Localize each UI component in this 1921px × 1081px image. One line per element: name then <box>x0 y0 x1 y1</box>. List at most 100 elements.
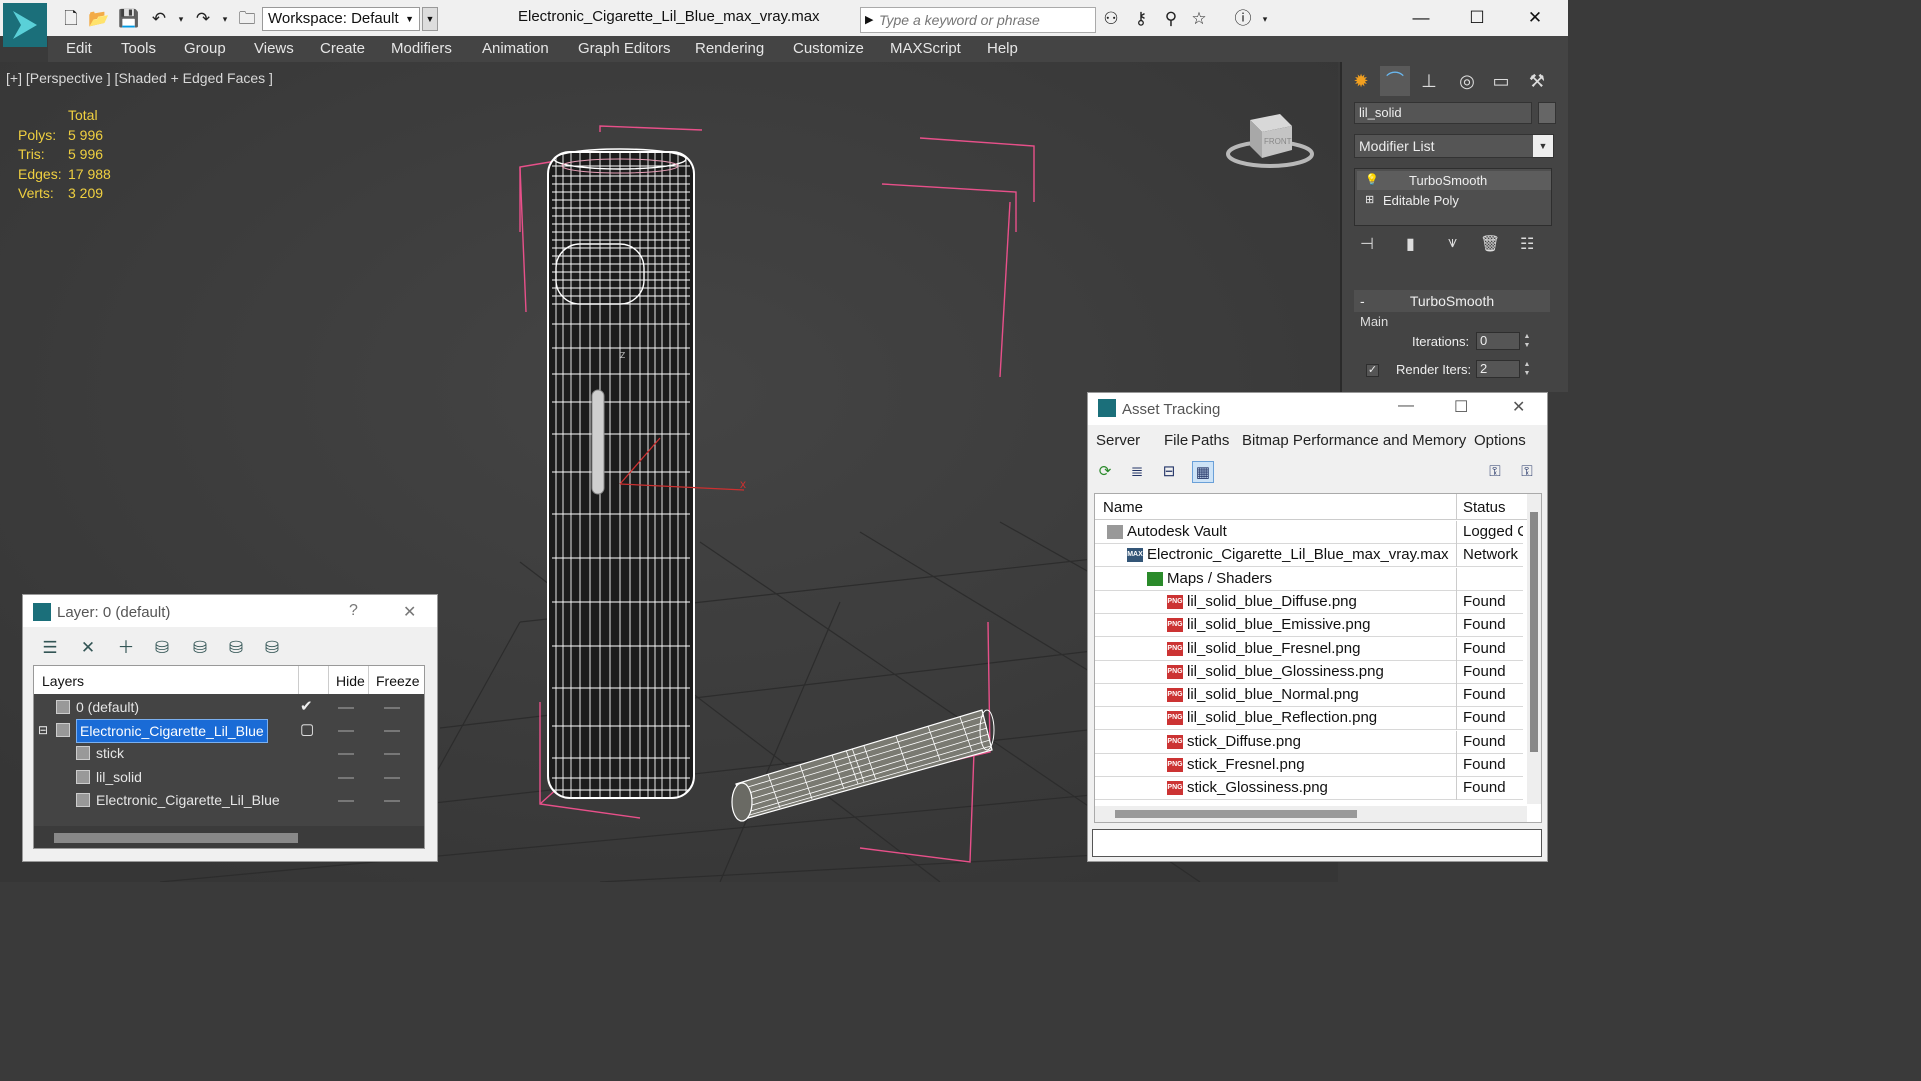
turbosmooth-rollout-header[interactable]: - TurboSmooth <box>1354 290 1550 312</box>
collapse-minus-icon[interactable]: - <box>1360 290 1365 312</box>
object-name-field[interactable]: lil_solid <box>1354 102 1532 124</box>
layer-explorer-titlebar[interactable]: Layer: 0 (default) ? ✕ <box>23 595 437 627</box>
add-to-layer-icon[interactable]: ＋ <box>115 637 137 659</box>
freeze-toggle[interactable] <box>384 730 400 733</box>
render-iters-checkbox[interactable]: ✓ <box>1366 364 1379 377</box>
menu-group[interactable]: Group <box>184 40 226 57</box>
table-view-icon[interactable]: ▦ <box>1192 461 1214 483</box>
close-button[interactable]: ✕ <box>1512 4 1558 32</box>
search-input[interactable] <box>879 10 1091 30</box>
scrollbar-thumb[interactable] <box>1530 512 1538 752</box>
column-name-header[interactable]: Name <box>1103 499 1143 516</box>
asset-row[interactable]: MAX Electronic_Cigarette_Lil_Blue_max_vra… <box>1095 544 1523 568</box>
asset-row[interactable]: Maps / Shaders <box>1095 567 1523 591</box>
hide-toggle[interactable] <box>338 799 354 802</box>
column-hide-header[interactable]: Hide <box>336 673 365 689</box>
workspace-dropdown[interactable]: Workspace: Default ▼ <box>262 7 420 31</box>
menu-views[interactable]: Views <box>254 40 294 57</box>
signin-icon[interactable]: ⚲ <box>1160 8 1182 30</box>
save-file-icon[interactable]: 💾 <box>118 8 140 30</box>
at-menu-options[interactable]: Options <box>1474 432 1526 449</box>
key-icon[interactable]: ⚷ <box>1130 8 1152 30</box>
vault-login-icon[interactable]: ⚿ <box>1484 461 1506 483</box>
asset-row[interactable]: Autodesk Vault Logged C <box>1095 521 1523 544</box>
asset-row[interactable]: PNG stick_Glossiness.png Found <box>1095 777 1523 801</box>
asset-horizontal-scrollbar[interactable] <box>1095 806 1527 822</box>
close-button[interactable]: ✕ <box>1512 397 1525 417</box>
hide-toggle[interactable] <box>338 707 354 709</box>
asset-vertical-scrollbar[interactable] <box>1527 494 1541 804</box>
freeze-all-layers-icon[interactable]: ⛁ <box>261 637 283 659</box>
project-folder-icon[interactable]: 🗀 <box>236 8 258 30</box>
modify-tab-curve-icon[interactable]: ⌒ <box>1380 66 1410 96</box>
lightbulb-icon[interactable]: 💡 <box>1365 171 1379 190</box>
spinner-arrows-icon[interactable]: ▲ ▼ <box>1522 360 1532 378</box>
utilities-tab-hammer-icon[interactable]: ⚒ <box>1522 66 1552 96</box>
object-color-swatch[interactable] <box>1538 102 1556 124</box>
tree-view-icon[interactable]: ⊟ <box>1158 461 1180 483</box>
new-file-icon[interactable]: 🗋 <box>60 8 82 30</box>
current-layer-check-icon[interactable]: ✔ <box>300 696 313 718</box>
select-objects-icon[interactable]: ⛁ <box>151 637 173 659</box>
layer-row[interactable]: ⊟ Electronic_Cigarette_Lil_Blue ▢ <box>34 719 424 744</box>
delete-layer-icon[interactable]: ✕ <box>77 637 99 659</box>
at-menu-file[interactable]: File <box>1164 432 1188 449</box>
object-row[interactable]: lil_solid <box>34 766 424 789</box>
asset-row[interactable]: PNG lil_solid_blue_Reflection.png Found <box>1095 707 1523 731</box>
asset-row[interactable]: PNG stick_Fresnel.png Found <box>1095 754 1523 777</box>
column-separator[interactable] <box>1456 494 1457 520</box>
maximize-button[interactable]: ☐ <box>1454 4 1500 32</box>
app-logo-icon[interactable] <box>3 3 47 47</box>
close-button[interactable]: ✕ <box>403 602 416 622</box>
menu-animation[interactable]: Animation <box>482 40 549 57</box>
column-separator[interactable] <box>368 666 369 694</box>
at-menu-bitmap-performance[interactable]: Bitmap Performance and Memory <box>1242 432 1466 449</box>
binoculars-icon[interactable]: ⚇ <box>1100 8 1122 30</box>
make-unique-icon[interactable]: ⩛ <box>1448 234 1457 252</box>
scrollbar-thumb[interactable] <box>54 833 298 843</box>
help-dropdown-icon[interactable]: ▾ <box>1254 8 1276 30</box>
search-expand-icon[interactable]: ▶ <box>865 13 873 26</box>
object-row[interactable]: stick <box>34 742 424 765</box>
freeze-toggle[interactable] <box>384 753 400 756</box>
refresh-icon[interactable]: ⟳ <box>1094 461 1116 483</box>
set-current-layer-icon[interactable]: ▢ <box>300 719 314 741</box>
hide-all-layers-icon[interactable]: ⛁ <box>225 637 247 659</box>
vault-logout-icon[interactable]: ⚿ <box>1516 461 1538 483</box>
asset-row[interactable]: PNG lil_solid_blue_Normal.png Found <box>1095 684 1523 708</box>
menu-help[interactable]: Help <box>987 40 1018 57</box>
viewport-label[interactable]: [+] [Perspective ] [Shaded + Edged Faces… <box>6 70 273 86</box>
column-separator[interactable] <box>328 666 329 694</box>
undo-dropdown-icon[interactable]: ▾ <box>170 8 192 30</box>
asset-row[interactable]: PNG lil_solid_blue_Diffuse.png Found <box>1095 590 1523 614</box>
undo-icon[interactable]: ↶ <box>148 8 170 30</box>
menu-modifiers[interactable]: Modifiers <box>391 40 452 57</box>
menu-create[interactable]: Create <box>320 40 365 57</box>
hierarchy-tab-icon[interactable]: ⊥ <box>1414 66 1444 96</box>
menu-rendering[interactable]: Rendering <box>695 40 764 57</box>
menu-graph-editors[interactable]: Graph Editors <box>578 40 671 57</box>
stack-item-turbosmooth[interactable]: 💡 TurboSmooth <box>1357 171 1551 190</box>
asset-row[interactable]: PNG lil_solid_blue_Emissive.png Found <box>1095 614 1523 638</box>
iterations-spinner[interactable]: 0 <box>1476 332 1520 350</box>
create-tab-sun-icon[interactable]: ✹ <box>1346 66 1376 96</box>
help-icon[interactable]: ⓘ <box>1232 8 1254 30</box>
scrollbar-thumb[interactable] <box>1115 810 1357 818</box>
freeze-toggle[interactable] <box>384 799 400 802</box>
asset-row[interactable]: PNG lil_solid_blue_Fresnel.png Found <box>1095 637 1523 661</box>
menu-maxscript[interactable]: MAXScript <box>890 40 961 57</box>
at-menu-server[interactable]: Server <box>1096 432 1140 449</box>
hide-toggle[interactable] <box>338 730 354 733</box>
freeze-toggle[interactable] <box>384 707 400 709</box>
display-tab-monitor-icon[interactable]: ▭ <box>1486 66 1516 96</box>
search-box[interactable]: ▶ <box>860 7 1096 33</box>
list-view-icon[interactable]: ≣ <box>1126 461 1148 483</box>
remove-modifier-icon[interactable]: 🗑 <box>1480 234 1500 254</box>
object-row[interactable]: Electronic_Cigarette_Lil_Blue <box>34 789 424 812</box>
modifier-list-dropdown[interactable]: Modifier List ▼ <box>1354 134 1554 158</box>
maximize-button[interactable]: ☐ <box>1454 397 1468 417</box>
column-status-header[interactable]: Status <box>1463 499 1506 516</box>
hide-toggle[interactable] <box>338 753 354 756</box>
hide-toggle[interactable] <box>338 776 354 779</box>
spinner-arrows-icon[interactable]: ▲ ▼ <box>1522 332 1532 350</box>
